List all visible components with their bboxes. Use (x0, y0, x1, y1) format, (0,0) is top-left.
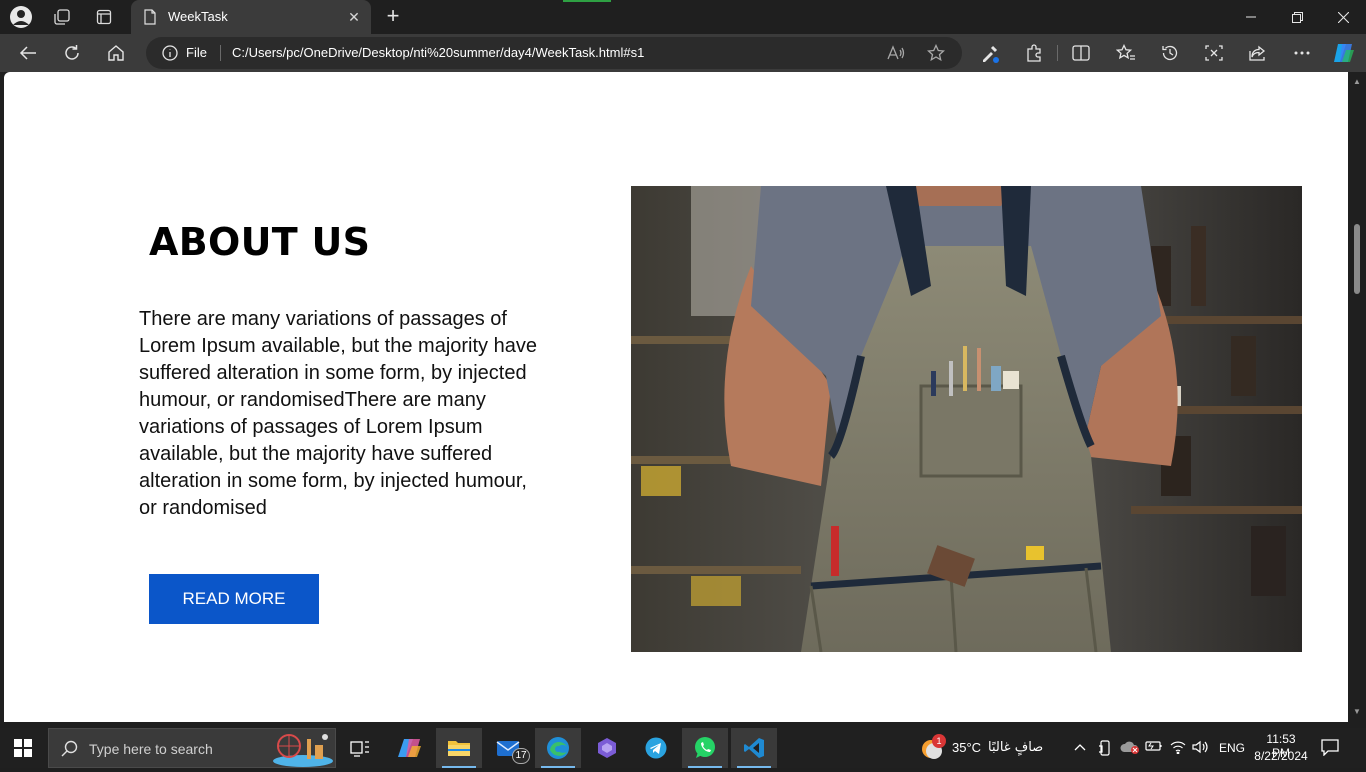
copilot-taskbar-icon[interactable] (387, 728, 433, 768)
screenshot-icon[interactable] (1199, 39, 1229, 67)
history-icon[interactable] (1155, 39, 1185, 67)
telegram-icon[interactable] (633, 728, 679, 768)
whatsapp-icon[interactable] (682, 728, 728, 768)
share-icon[interactable] (1243, 39, 1273, 67)
search-highlight-icon[interactable] (263, 731, 333, 772)
show-hidden-icons-chevron-icon[interactable] (1074, 740, 1086, 754)
scroll-thumb[interactable] (1354, 224, 1360, 294)
edge-browser-icon[interactable] (535, 728, 581, 768)
weather-condition: صافٍ غالبًا (988, 740, 1044, 755)
read-more-button[interactable]: READ MORE (149, 574, 319, 624)
workspaces-icon[interactable] (49, 5, 75, 29)
clock-date[interactable]: 8/22/2024 (1251, 749, 1311, 763)
notifications-icon[interactable] (1320, 738, 1344, 758)
back-arrow-icon[interactable] (13, 39, 43, 67)
tab-strip-indicator (563, 0, 611, 2)
info-icon[interactable] (162, 45, 178, 66)
volume-icon[interactable] (1192, 740, 1210, 757)
file-explorer-icon[interactable] (436, 728, 482, 768)
url-text[interactable]: C:/Users/pc/OneDrive/Desktop/nti%20summe… (232, 45, 644, 60)
task-view-icon[interactable] (337, 728, 383, 768)
mail-icon[interactable]: 17 (486, 728, 532, 768)
more-options-icon[interactable] (1287, 39, 1317, 67)
tab-title: WeekTask (168, 9, 228, 24)
eyedropper-extension-icon[interactable] (975, 39, 1005, 67)
weather-badge: 1 (932, 734, 946, 748)
tab-weektask[interactable]: WeekTask ✕ (131, 0, 371, 34)
phone-link-icon[interactable] (1098, 740, 1112, 759)
visual-studio-icon[interactable] (584, 728, 630, 768)
page-icon (143, 9, 157, 30)
favorites-icon[interactable] (1111, 39, 1141, 67)
scroll-up-arrow-icon[interactable]: ▲ (1352, 78, 1362, 86)
close-tab-icon[interactable]: ✕ (345, 8, 363, 26)
read-aloud-icon[interactable] (887, 45, 905, 66)
input-language[interactable]: ENG (1219, 741, 1245, 755)
about-paragraph: There are many variations of passages of… (139, 308, 537, 519)
copilot-icon[interactable] (1329, 39, 1359, 67)
refresh-icon[interactable] (57, 39, 87, 67)
page-scrollbar[interactable]: ▲ ▼ (1348, 72, 1366, 722)
battery-icon[interactable] (1145, 740, 1163, 755)
search-placeholder: Type here to search (89, 741, 213, 757)
toolbar-divider (1057, 45, 1058, 61)
url-separator (220, 45, 221, 61)
new-tab-button[interactable]: + (380, 5, 406, 29)
craftsman-apron-photo (631, 186, 1302, 652)
tab-bar: WeekTask ✕ + (0, 0, 1366, 34)
minimize-button[interactable] (1228, 0, 1274, 34)
restore-button[interactable] (1274, 0, 1320, 34)
about-heading: ABOUT US (149, 220, 371, 264)
page-viewport: ABOUT US There are many variations of pa… (4, 72, 1348, 722)
tab-actions-icon[interactable] (91, 5, 117, 29)
mail-badge: 17 (512, 748, 530, 764)
split-screen-icon[interactable] (1066, 39, 1096, 67)
close-window-button[interactable] (1320, 0, 1366, 34)
vscode-icon[interactable] (731, 728, 777, 768)
taskbar-search-box[interactable]: Type here to search (48, 728, 336, 768)
scroll-down-arrow-icon[interactable]: ▼ (1352, 708, 1362, 716)
windows-start-icon[interactable] (0, 728, 46, 768)
address-bar[interactable]: File C:/Users/pc/OneDrive/Desktop/nti%20… (146, 37, 962, 69)
home-icon[interactable] (101, 39, 131, 67)
search-icon (61, 740, 79, 763)
onedrive-status-icon[interactable] (1120, 740, 1140, 757)
windows-taskbar: Type here to search 17 1 35°C صافٍ غالبً… (0, 728, 1366, 768)
wifi-icon[interactable] (1170, 740, 1186, 757)
navigation-bar: File C:/Users/pc/OneDrive/Desktop/nti%20… (0, 34, 1366, 72)
favorite-star-icon[interactable] (926, 43, 946, 67)
extensions-icon[interactable] (1019, 39, 1049, 67)
url-scheme-label: File (186, 45, 207, 60)
weather-temperature: 35°C (952, 740, 982, 755)
profile-avatar-icon[interactable] (8, 5, 34, 29)
